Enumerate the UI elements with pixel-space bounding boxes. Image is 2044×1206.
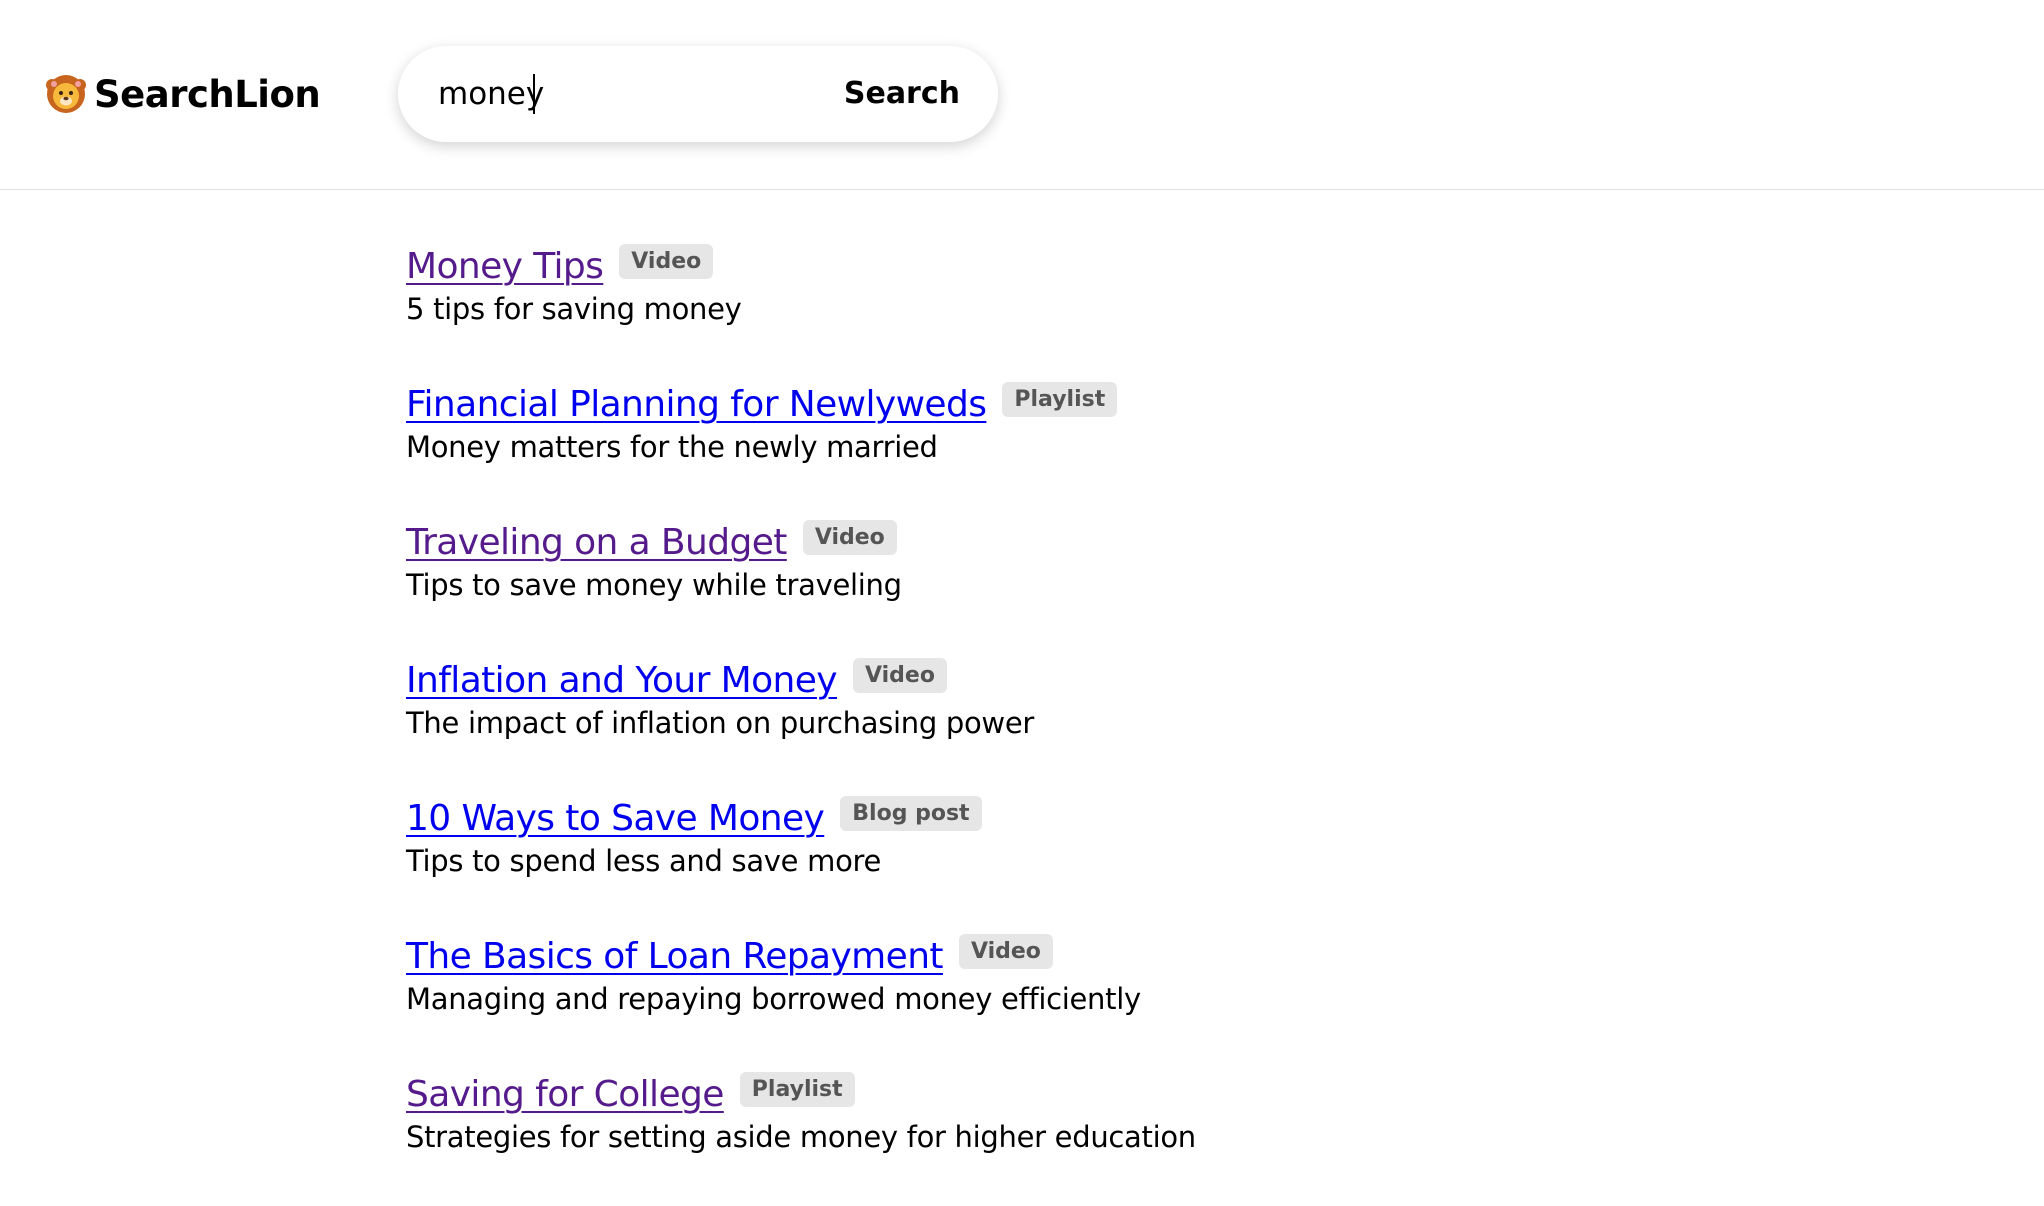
search-results: Money Tips Video 5 tips for saving money… <box>406 240 1806 1206</box>
result-description: Money matters for the newly married <box>406 430 938 464</box>
result-item: Traveling on a Budget Video Tips to save… <box>406 516 1806 654</box>
result-type-badge: Blog post <box>840 795 982 831</box>
text-caret <box>533 74 535 114</box>
result-item: Financial Planning for Newlyweds Playlis… <box>406 378 1806 516</box>
logo[interactable]: SearchLion <box>46 68 321 120</box>
result-type-badge: Playlist <box>1002 381 1118 417</box>
result-title-link[interactable]: Saving for College <box>406 1074 724 1115</box>
result-item: Money Tips Video 5 tips for saving money <box>406 240 1806 378</box>
result-item: Saving for College Playlist Strategies f… <box>406 1068 1806 1206</box>
result-type-badge: Video <box>619 243 714 279</box>
search-box: Search <box>398 46 998 142</box>
result-title-link[interactable]: The Basics of Loan Repayment <box>406 936 944 977</box>
result-type-badge: Video <box>853 657 947 693</box>
result-description: Tips to spend less and save more <box>406 844 882 878</box>
result-description: The impact of inflation on purchasing po… <box>406 706 1035 740</box>
result-description: Tips to save money while traveling <box>406 568 902 602</box>
lion-face-icon <box>46 74 86 114</box>
result-title-link[interactable]: 10 Ways to Save Money <box>406 798 825 839</box>
result-item: The Basics of Loan Repayment Video Manag… <box>406 930 1806 1068</box>
result-type-badge: Video <box>802 519 897 555</box>
search-button[interactable]: Search <box>844 70 960 118</box>
result-description: Strategies for setting aside money for h… <box>406 1120 1196 1154</box>
result-title-link[interactable]: Inflation and Your Money <box>406 660 838 701</box>
result-type-badge: Playlist <box>739 1071 855 1107</box>
result-title-link[interactable]: Financial Planning for Newlyweds <box>406 384 987 425</box>
result-item: 10 Ways to Save Money Blog post Tips to … <box>406 792 1806 930</box>
search-input[interactable] <box>438 70 838 118</box>
app-name: SearchLion <box>94 72 321 116</box>
result-item: Inflation and Your Money Video The impac… <box>406 654 1806 792</box>
result-type-badge: Video <box>958 933 1053 969</box>
result-title-link[interactable]: Money Tips <box>406 246 604 287</box>
result-title-link[interactable]: Traveling on a Budget <box>406 522 787 563</box>
result-description: 5 tips for saving money <box>406 292 742 326</box>
result-description: Managing and repaying borrowed money eff… <box>406 982 1141 1016</box>
header: SearchLion Search <box>0 0 2044 190</box>
